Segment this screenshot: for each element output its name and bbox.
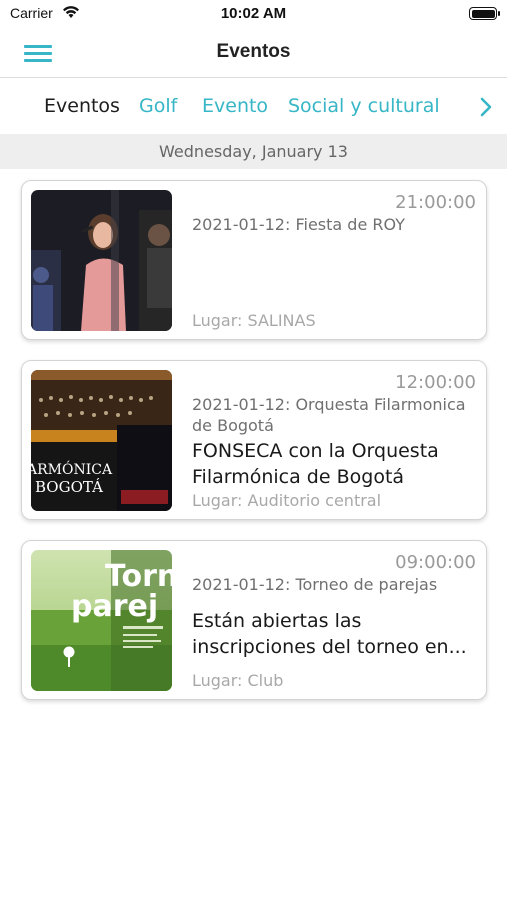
event-card-fiesta-de-roy[interactable]: 21:00:00 2021-01-12: Fiesta de ROY Lugar… (21, 180, 487, 340)
svg-text:BOGOTÁ: BOGOTÁ (35, 478, 103, 496)
page-title: Eventos (216, 41, 291, 62)
tab-golf[interactable]: Golf (139, 95, 177, 117)
tab-eventos[interactable]: Eventos (44, 95, 120, 117)
battery-icon (469, 7, 500, 20)
event-time: 09:00:00 (395, 552, 476, 573)
event-card-orquesta-filarmonica[interactable]: ARMÓNICA BOGOTÁ 12:00:00 2021-01-12: Orq… (21, 360, 487, 520)
event-image-golf: Torn parej (31, 550, 172, 691)
tab-evento[interactable]: Evento (202, 95, 268, 117)
date-section-header: Wednesday, January 13 (0, 134, 507, 169)
event-place: Lugar: SALINAS (192, 311, 316, 330)
category-tabs: Eventos Golf Evento Social y cultural (0, 80, 507, 132)
status-bar: Carrier 10:02 AM (0, 0, 507, 28)
event-title-line-2: inscripciones del torneo en... (192, 636, 467, 658)
event-place: Lugar: Auditorio central (192, 491, 382, 510)
event-card-torneo-de-parejas[interactable]: Torn parej 09:00:00 2021-01-12: Torneo d… (21, 540, 487, 700)
event-title-line-1: FONSECA con la Orquesta (192, 440, 439, 462)
svg-text:parej: parej (71, 589, 158, 624)
event-image-singer (31, 190, 172, 331)
event-image-orchestra: ARMÓNICA BOGOTÁ (31, 370, 172, 511)
event-subtitle: 2021-01-12: Torneo de parejas (192, 575, 438, 594)
event-time: 21:00:00 (395, 192, 476, 213)
chevron-right-icon[interactable] (477, 96, 495, 118)
event-subtitle: 2021-01-12: Fiesta de ROY (192, 215, 405, 234)
svg-text:ARMÓNICA: ARMÓNICA (31, 460, 113, 478)
event-subtitle: 2021-01-12: Orquesta Filarmonica de Bogo… (192, 395, 466, 435)
event-time: 12:00:00 (395, 372, 476, 393)
event-title-line-1: Están abiertas las (192, 610, 362, 632)
event-title-line-2: Filarmónica de Bogotá (192, 466, 405, 488)
navigation-bar: Eventos (0, 28, 507, 78)
event-place: Lugar: Club (192, 671, 284, 690)
tab-social-y-cultural[interactable]: Social y cultural (288, 95, 440, 117)
status-time: 10:02 AM (220, 5, 287, 22)
